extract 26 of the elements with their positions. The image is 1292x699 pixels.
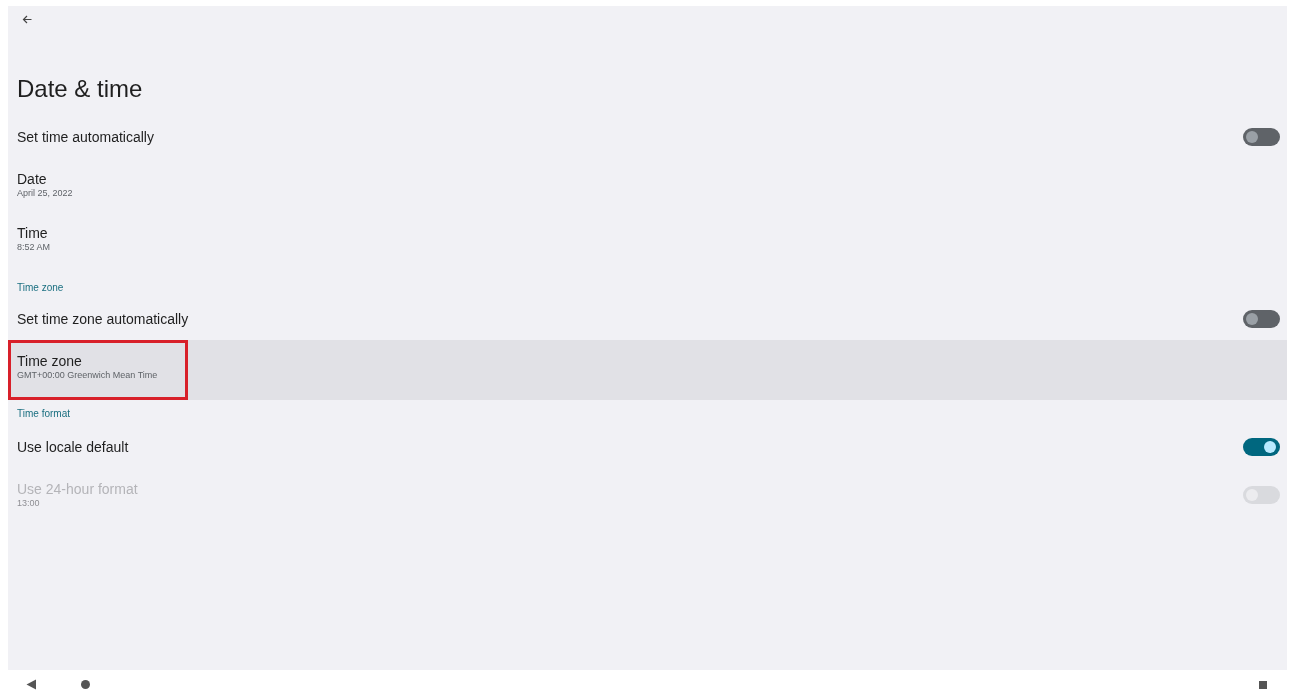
setting-summary: GMT+00:00 Greenwich Mean Time	[17, 369, 158, 381]
toggle-switch[interactable]	[1243, 438, 1280, 456]
toggle-switch[interactable]	[1243, 310, 1280, 328]
settings-row[interactable]: Use locale default	[8, 426, 1287, 468]
setting-summary: 13:00	[17, 497, 41, 509]
back-triangle-icon[interactable]	[26, 679, 37, 690]
home-circle-icon[interactable]	[81, 680, 90, 689]
toggle-switch[interactable]	[1243, 128, 1280, 146]
section-header: Time format	[16, 407, 71, 421]
setting-title: Date	[17, 171, 48, 187]
section-header: Time zone	[16, 281, 65, 295]
setting-title: Set time automatically	[17, 129, 154, 145]
setting-title: Use 24-hour format	[17, 481, 138, 497]
setting-summary: April 25, 2022	[17, 187, 73, 199]
page-title: Date & time	[17, 74, 143, 104]
settings-row[interactable]: Set time zone automatically	[8, 298, 1287, 340]
setting-title: Time zone	[17, 353, 83, 369]
recents-square-icon[interactable]	[1259, 680, 1267, 689]
setting-title: Set time zone automatically	[17, 311, 189, 327]
settings-row[interactable]: Time 8:52 AM	[8, 212, 1287, 266]
settings-row[interactable]: Time zone GMT+00:00 Greenwich Mean Time	[8, 340, 1287, 400]
setting-title: Time	[17, 225, 49, 241]
settings-row[interactable]: Date April 25, 2022	[8, 158, 1287, 212]
settings-row[interactable]: Set time automatically	[8, 116, 1287, 158]
setting-summary: 8:52 AM	[17, 241, 51, 253]
setting-title: Use locale default	[17, 439, 129, 455]
